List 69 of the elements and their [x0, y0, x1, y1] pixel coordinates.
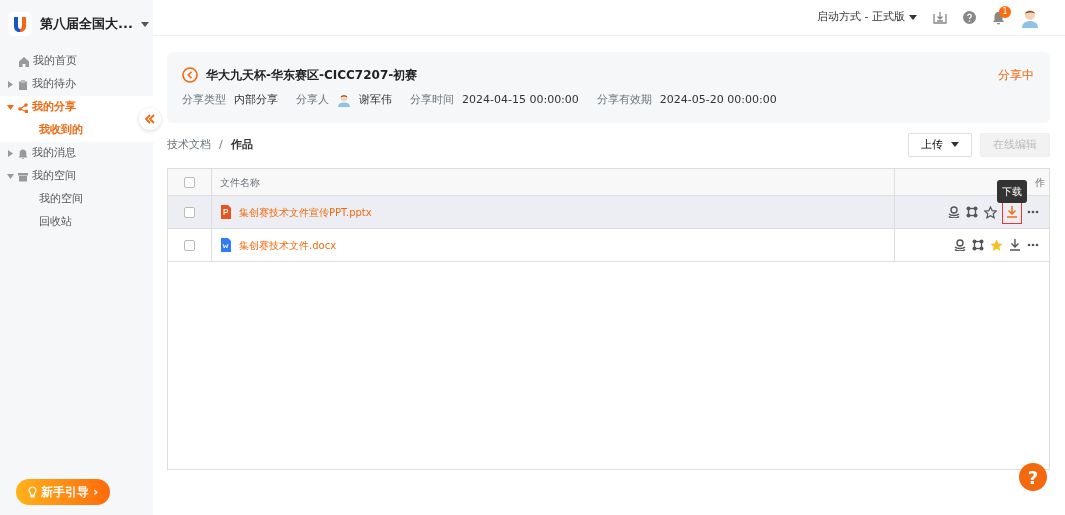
- share-icon: [18, 102, 28, 113]
- field-value: 2024-05-20 00:00:00: [659, 92, 777, 108]
- field-label: 分享类型: [182, 92, 226, 108]
- breadcrumb-current: 作品: [230, 136, 253, 153]
- home-icon: [19, 56, 29, 67]
- file-name-link[interactable]: 集创赛技术文件.docx: [239, 237, 337, 253]
- notification-bell-icon[interactable]: [992, 10, 1005, 25]
- sidebar-item[interactable]: 我的消息: [0, 142, 153, 165]
- collapse-caret-icon[interactable]: [7, 150, 14, 157]
- field-label: 分享时间: [410, 92, 454, 108]
- sidebar-item[interactable]: 我的待办: [0, 73, 153, 96]
- presentation-file-icon: [220, 205, 231, 219]
- lightbulb-icon: [28, 486, 37, 498]
- sidebar-subitem[interactable]: 我的空间: [0, 188, 153, 211]
- nodes-icon[interactable]: [966, 206, 978, 218]
- table-row[interactable]: 集创赛技术文件宣传PPT.pptx: [168, 196, 1049, 229]
- user-avatar-icon[interactable]: [1021, 7, 1039, 28]
- star-icon[interactable]: [990, 238, 1003, 252]
- tooltip: 下载: [997, 180, 1027, 203]
- field-value: 谢军伟: [359, 92, 392, 108]
- person-avatar-icon: [337, 93, 351, 108]
- row-checkbox[interactable]: [184, 239, 195, 251]
- download-client-icon[interactable]: [933, 11, 947, 24]
- field-label: 分享人: [296, 92, 329, 108]
- collapse-button[interactable]: [139, 108, 161, 130]
- nodes-icon[interactable]: [972, 239, 984, 251]
- share-status: 分享中: [998, 67, 1034, 84]
- sidebar-subitem[interactable]: 回收站: [0, 211, 153, 234]
- field-value: 2024-04-15 00:00:00: [462, 92, 579, 108]
- star-icon[interactable]: [984, 205, 997, 219]
- expand-caret-icon[interactable]: [7, 173, 14, 180]
- help-button[interactable]: ?: [1019, 463, 1047, 491]
- sidebar-item[interactable]: 我的空间: [0, 165, 153, 188]
- download-icon[interactable]: [1009, 239, 1021, 251]
- field-label: 分享有效期: [596, 92, 652, 108]
- sidebar-item[interactable]: 我的首页: [0, 50, 153, 73]
- file-name-link[interactable]: 集创赛技术文件宣传PPT.pptx: [239, 204, 372, 220]
- table-row[interactable]: 集创赛技术文件.docx: [168, 229, 1049, 262]
- caret-icon: [951, 142, 959, 148]
- column-header: 作: [1035, 175, 1045, 190]
- dropdown-caret-icon[interactable]: [140, 21, 149, 27]
- stack-icon[interactable]: [954, 239, 966, 251]
- expand-caret-icon[interactable]: [7, 104, 14, 111]
- back-icon[interactable]: [182, 67, 198, 83]
- tray-icon: [18, 171, 28, 182]
- clipboard-icon: [18, 79, 28, 90]
- app-title: 第八届全国大...: [40, 15, 133, 34]
- collapse-caret-icon[interactable]: [7, 81, 14, 88]
- logo-icon: [8, 12, 32, 36]
- help-icon[interactable]: [963, 11, 976, 24]
- share-title: 华大九天杯-华东赛区-CICC7207-初赛: [206, 67, 418, 84]
- stack-icon[interactable]: [948, 206, 960, 218]
- row-checkbox[interactable]: [184, 206, 195, 218]
- breadcrumb-separator: /: [219, 136, 223, 153]
- more-icon[interactable]: [1027, 210, 1039, 214]
- field-value: 内部分享: [234, 92, 278, 108]
- caret-icon: [909, 15, 917, 20]
- sidebar-subitem[interactable]: 我收到的: [0, 119, 153, 142]
- notification-count: 1: [999, 5, 1011, 18]
- select-all-checkbox[interactable]: [184, 176, 195, 188]
- breadcrumb-link[interactable]: 技术文档: [167, 136, 211, 153]
- more-icon[interactable]: [1027, 243, 1039, 247]
- launch-mode-dropdown[interactable]: 启动方式 - 正式版: [817, 9, 917, 26]
- sidebar-item[interactable]: 我的分享: [0, 96, 153, 119]
- document-file-icon: [220, 238, 231, 252]
- double-chevron-icon: [145, 114, 155, 124]
- upload-button[interactable]: 上传: [908, 132, 972, 157]
- bell-icon: [18, 148, 28, 159]
- column-header: 文件名称: [220, 175, 260, 190]
